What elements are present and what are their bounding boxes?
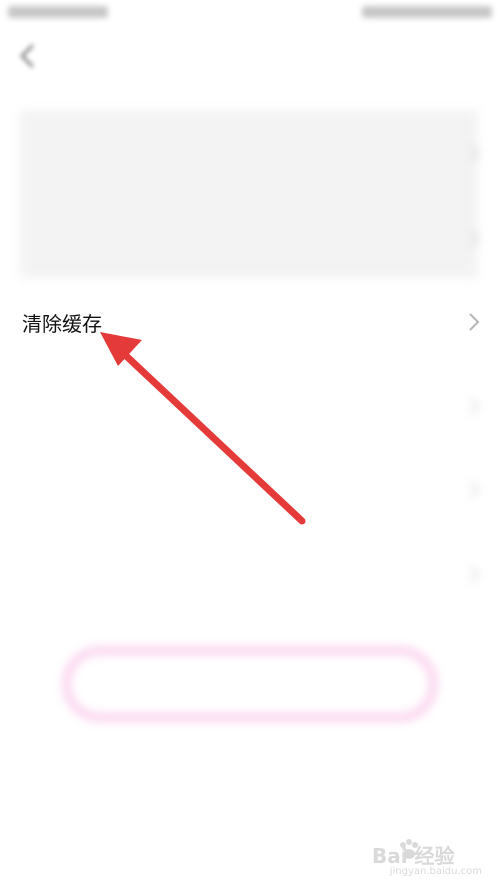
- logout-button[interactable]: [64, 648, 436, 720]
- chevron-right-icon: [466, 478, 482, 502]
- status-bar: [0, 0, 500, 30]
- chevron-right-icon: [466, 562, 482, 586]
- status-time-carrier: [8, 6, 108, 18]
- settings-row-4[interactable]: [0, 364, 500, 448]
- settings-row-5[interactable]: [0, 448, 500, 532]
- settings-row-6[interactable]: [0, 532, 500, 616]
- paw-icon: [398, 838, 420, 862]
- back-arrow-icon[interactable]: [14, 42, 42, 70]
- nav-bar: [0, 30, 500, 90]
- status-indicators: [362, 6, 492, 18]
- watermark-url: jingyan.baidu.com: [389, 866, 482, 877]
- chevron-right-icon: [466, 310, 482, 334]
- baidu-jingyan-watermark: Bai 经验 jingyan.baidu.com: [364, 836, 486, 884]
- chevron-right-icon: [466, 394, 482, 418]
- settings-row-clear-cache[interactable]: 清除缓存: [0, 280, 500, 364]
- settings-row-2[interactable]: [0, 196, 500, 280]
- chevron-right-icon: [466, 142, 482, 166]
- settings-row-1[interactable]: [0, 112, 500, 196]
- chevron-right-icon: [466, 226, 482, 250]
- clear-cache-label: 清除缓存: [22, 312, 102, 336]
